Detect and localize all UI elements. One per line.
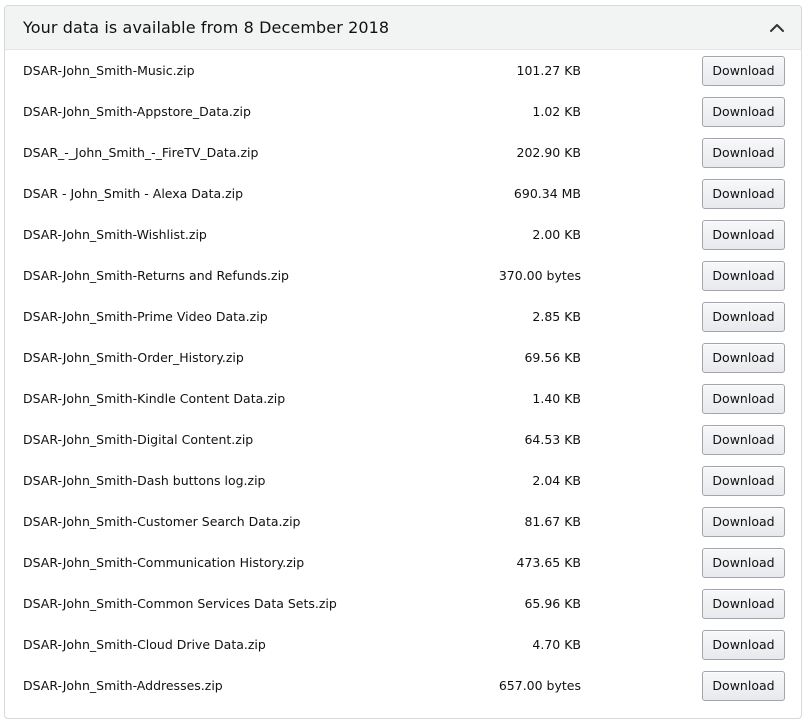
file-row: DSAR-John_Smith-Prime Video Data.zip 2.8… [5, 296, 801, 337]
file-size: 65.96 KB [524, 596, 581, 611]
file-row: DSAR-John_Smith-Addresses.zip 657.00 byt… [5, 665, 801, 706]
file-row-content: DSAR-John_Smith-Common Services Data Set… [5, 583, 801, 624]
file-row-content: DSAR-John_Smith-Music.zip 101.27 KB Down… [5, 50, 801, 91]
file-row: DSAR-John_Smith-Common Services Data Set… [5, 583, 801, 624]
file-size: 69.56 KB [524, 350, 581, 365]
data-download-panel: Your data is available from 8 December 2… [4, 5, 802, 719]
file-name: DSAR-John_Smith-Dash buttons log.zip [23, 473, 266, 488]
download-button[interactable]: Download [702, 219, 785, 250]
file-name: DSAR - John_Smith - Alexa Data.zip [23, 186, 244, 201]
file-row-content: DSAR-John_Smith-Communication History.zi… [5, 542, 801, 583]
file-row: DSAR-John_Smith-Cloud Drive Data.zip 4.7… [5, 624, 801, 665]
download-button[interactable]: Download [702, 424, 785, 455]
file-name: DSAR-John_Smith-Digital Content.zip [23, 432, 254, 447]
panel-title: Your data is available from 8 December 2… [23, 18, 390, 37]
file-row: DSAR-John_Smith-Music.zip 101.27 KB Down… [5, 50, 801, 91]
file-name: DSAR-John_Smith-Addresses.zip [23, 678, 223, 693]
file-size: 657.00 bytes [498, 678, 581, 693]
file-row: DSAR-John_Smith-Communication History.zi… [5, 542, 801, 583]
file-row-content: DSAR-John_Smith-Addresses.zip 657.00 byt… [5, 665, 801, 706]
chevron-up-icon[interactable] [767, 18, 787, 38]
file-list: DSAR-John_Smith-Music.zip 101.27 KB Down… [5, 50, 801, 706]
file-name: DSAR-John_Smith-Communication History.zi… [23, 555, 305, 570]
file-row-content: DSAR-John_Smith-Cloud Drive Data.zip 4.7… [5, 624, 801, 665]
file-size: 202.90 KB [516, 145, 581, 160]
file-row: DSAR-John_Smith-Dash buttons log.zip 2.0… [5, 460, 801, 501]
file-row-content: DSAR-John_Smith-Prime Video Data.zip 2.8… [5, 296, 801, 337]
file-row: DSAR - John_Smith - Alexa Data.zip 690.3… [5, 173, 801, 214]
download-button[interactable]: Download [702, 588, 785, 619]
file-row-content: DSAR - John_Smith - Alexa Data.zip 690.3… [5, 173, 801, 214]
file-name: DSAR-John_Smith-Appstore_Data.zip [23, 104, 251, 119]
download-button[interactable]: Download [702, 137, 785, 168]
download-button[interactable]: Download [702, 547, 785, 578]
file-size: 2.85 KB [532, 309, 581, 324]
file-row-content: DSAR-John_Smith-Wishlist.zip 2.00 KB Dow… [5, 214, 801, 255]
file-name: DSAR-John_Smith-Common Services Data Set… [23, 596, 337, 611]
file-row-content: DSAR-John_Smith-Appstore_Data.zip 1.02 K… [5, 91, 801, 132]
file-name: DSAR-John_Smith-Music.zip [23, 63, 195, 78]
download-button[interactable]: Download [702, 383, 785, 414]
download-button[interactable]: Download [702, 342, 785, 373]
download-button[interactable]: Download [702, 506, 785, 537]
file-size: 690.34 MB [513, 186, 581, 201]
file-size: 101.27 KB [516, 63, 581, 78]
file-name: DSAR-John_Smith-Customer Search Data.zip [23, 514, 301, 529]
download-button[interactable]: Download [702, 465, 785, 496]
file-name: DSAR-John_Smith-Cloud Drive Data.zip [23, 637, 266, 652]
file-row-content: DSAR-John_Smith-Digital Content.zip 64.5… [5, 419, 801, 460]
file-size: 370.00 bytes [498, 268, 581, 283]
download-button[interactable]: Download [702, 670, 785, 701]
file-row: DSAR_-_John_Smith_-_FireTV_Data.zip 202.… [5, 132, 801, 173]
file-size: 2.00 KB [532, 227, 581, 242]
file-row: DSAR-John_Smith-Kindle Content Data.zip … [5, 378, 801, 419]
file-name: DSAR-John_Smith-Returns and Refunds.zip [23, 268, 289, 283]
file-size: 1.02 KB [532, 104, 581, 119]
file-size: 1.40 KB [532, 391, 581, 406]
file-row: DSAR-John_Smith-Returns and Refunds.zip … [5, 255, 801, 296]
download-button[interactable]: Download [702, 301, 785, 332]
download-button[interactable]: Download [702, 96, 785, 127]
file-size: 2.04 KB [532, 473, 581, 488]
file-name: DSAR_-_John_Smith_-_FireTV_Data.zip [23, 145, 259, 160]
download-button[interactable]: Download [702, 178, 785, 209]
panel-header-toggle[interactable]: Your data is available from 8 December 2… [5, 6, 801, 50]
download-button[interactable]: Download [702, 260, 785, 291]
file-size: 473.65 KB [516, 555, 581, 570]
file-row-content: DSAR_-_John_Smith_-_FireTV_Data.zip 202.… [5, 132, 801, 173]
file-row-content: DSAR-John_Smith-Kindle Content Data.zip … [5, 378, 801, 419]
download-button[interactable]: Download [702, 55, 785, 86]
file-row-content: DSAR-John_Smith-Dash buttons log.zip 2.0… [5, 460, 801, 501]
file-row: DSAR-John_Smith-Order_History.zip 69.56 … [5, 337, 801, 378]
file-name: DSAR-John_Smith-Kindle Content Data.zip [23, 391, 286, 406]
file-row-content: DSAR-John_Smith-Order_History.zip 69.56 … [5, 337, 801, 378]
file-row: DSAR-John_Smith-Appstore_Data.zip 1.02 K… [5, 91, 801, 132]
file-name: DSAR-John_Smith-Wishlist.zip [23, 227, 207, 242]
file-name: DSAR-John_Smith-Prime Video Data.zip [23, 309, 268, 324]
file-row-content: DSAR-John_Smith-Returns and Refunds.zip … [5, 255, 801, 296]
file-row: DSAR-John_Smith-Customer Search Data.zip… [5, 501, 801, 542]
file-row: DSAR-John_Smith-Wishlist.zip 2.00 KB Dow… [5, 214, 801, 255]
file-size: 64.53 KB [524, 432, 581, 447]
file-name: DSAR-John_Smith-Order_History.zip [23, 350, 244, 365]
file-row: DSAR-John_Smith-Digital Content.zip 64.5… [5, 419, 801, 460]
file-size: 4.70 KB [532, 637, 581, 652]
file-row-content: DSAR-John_Smith-Customer Search Data.zip… [5, 501, 801, 542]
download-button[interactable]: Download [702, 629, 785, 660]
file-size: 81.67 KB [524, 514, 581, 529]
